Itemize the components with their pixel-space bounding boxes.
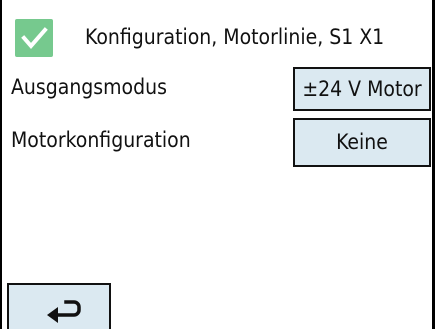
motor-config-label: Motorkonfiguration (11, 128, 191, 152)
return-arrow-icon (47, 300, 81, 323)
back-button[interactable] (7, 283, 111, 329)
left-frame-border (0, 0, 2, 329)
output-mode-button[interactable]: ±24 V Motor (293, 67, 431, 111)
page-title: Konfiguration, Motorlinie, S1 X1 (85, 25, 385, 49)
enable-checkbox[interactable] (15, 19, 53, 57)
motor-config-button[interactable]: Keine (293, 118, 431, 167)
checkmark-icon (21, 27, 48, 50)
output-mode-label: Ausgangsmodus (11, 75, 167, 99)
config-screen: Konfiguration, Motorlinie, S1 X1 Ausgang… (0, 0, 435, 329)
